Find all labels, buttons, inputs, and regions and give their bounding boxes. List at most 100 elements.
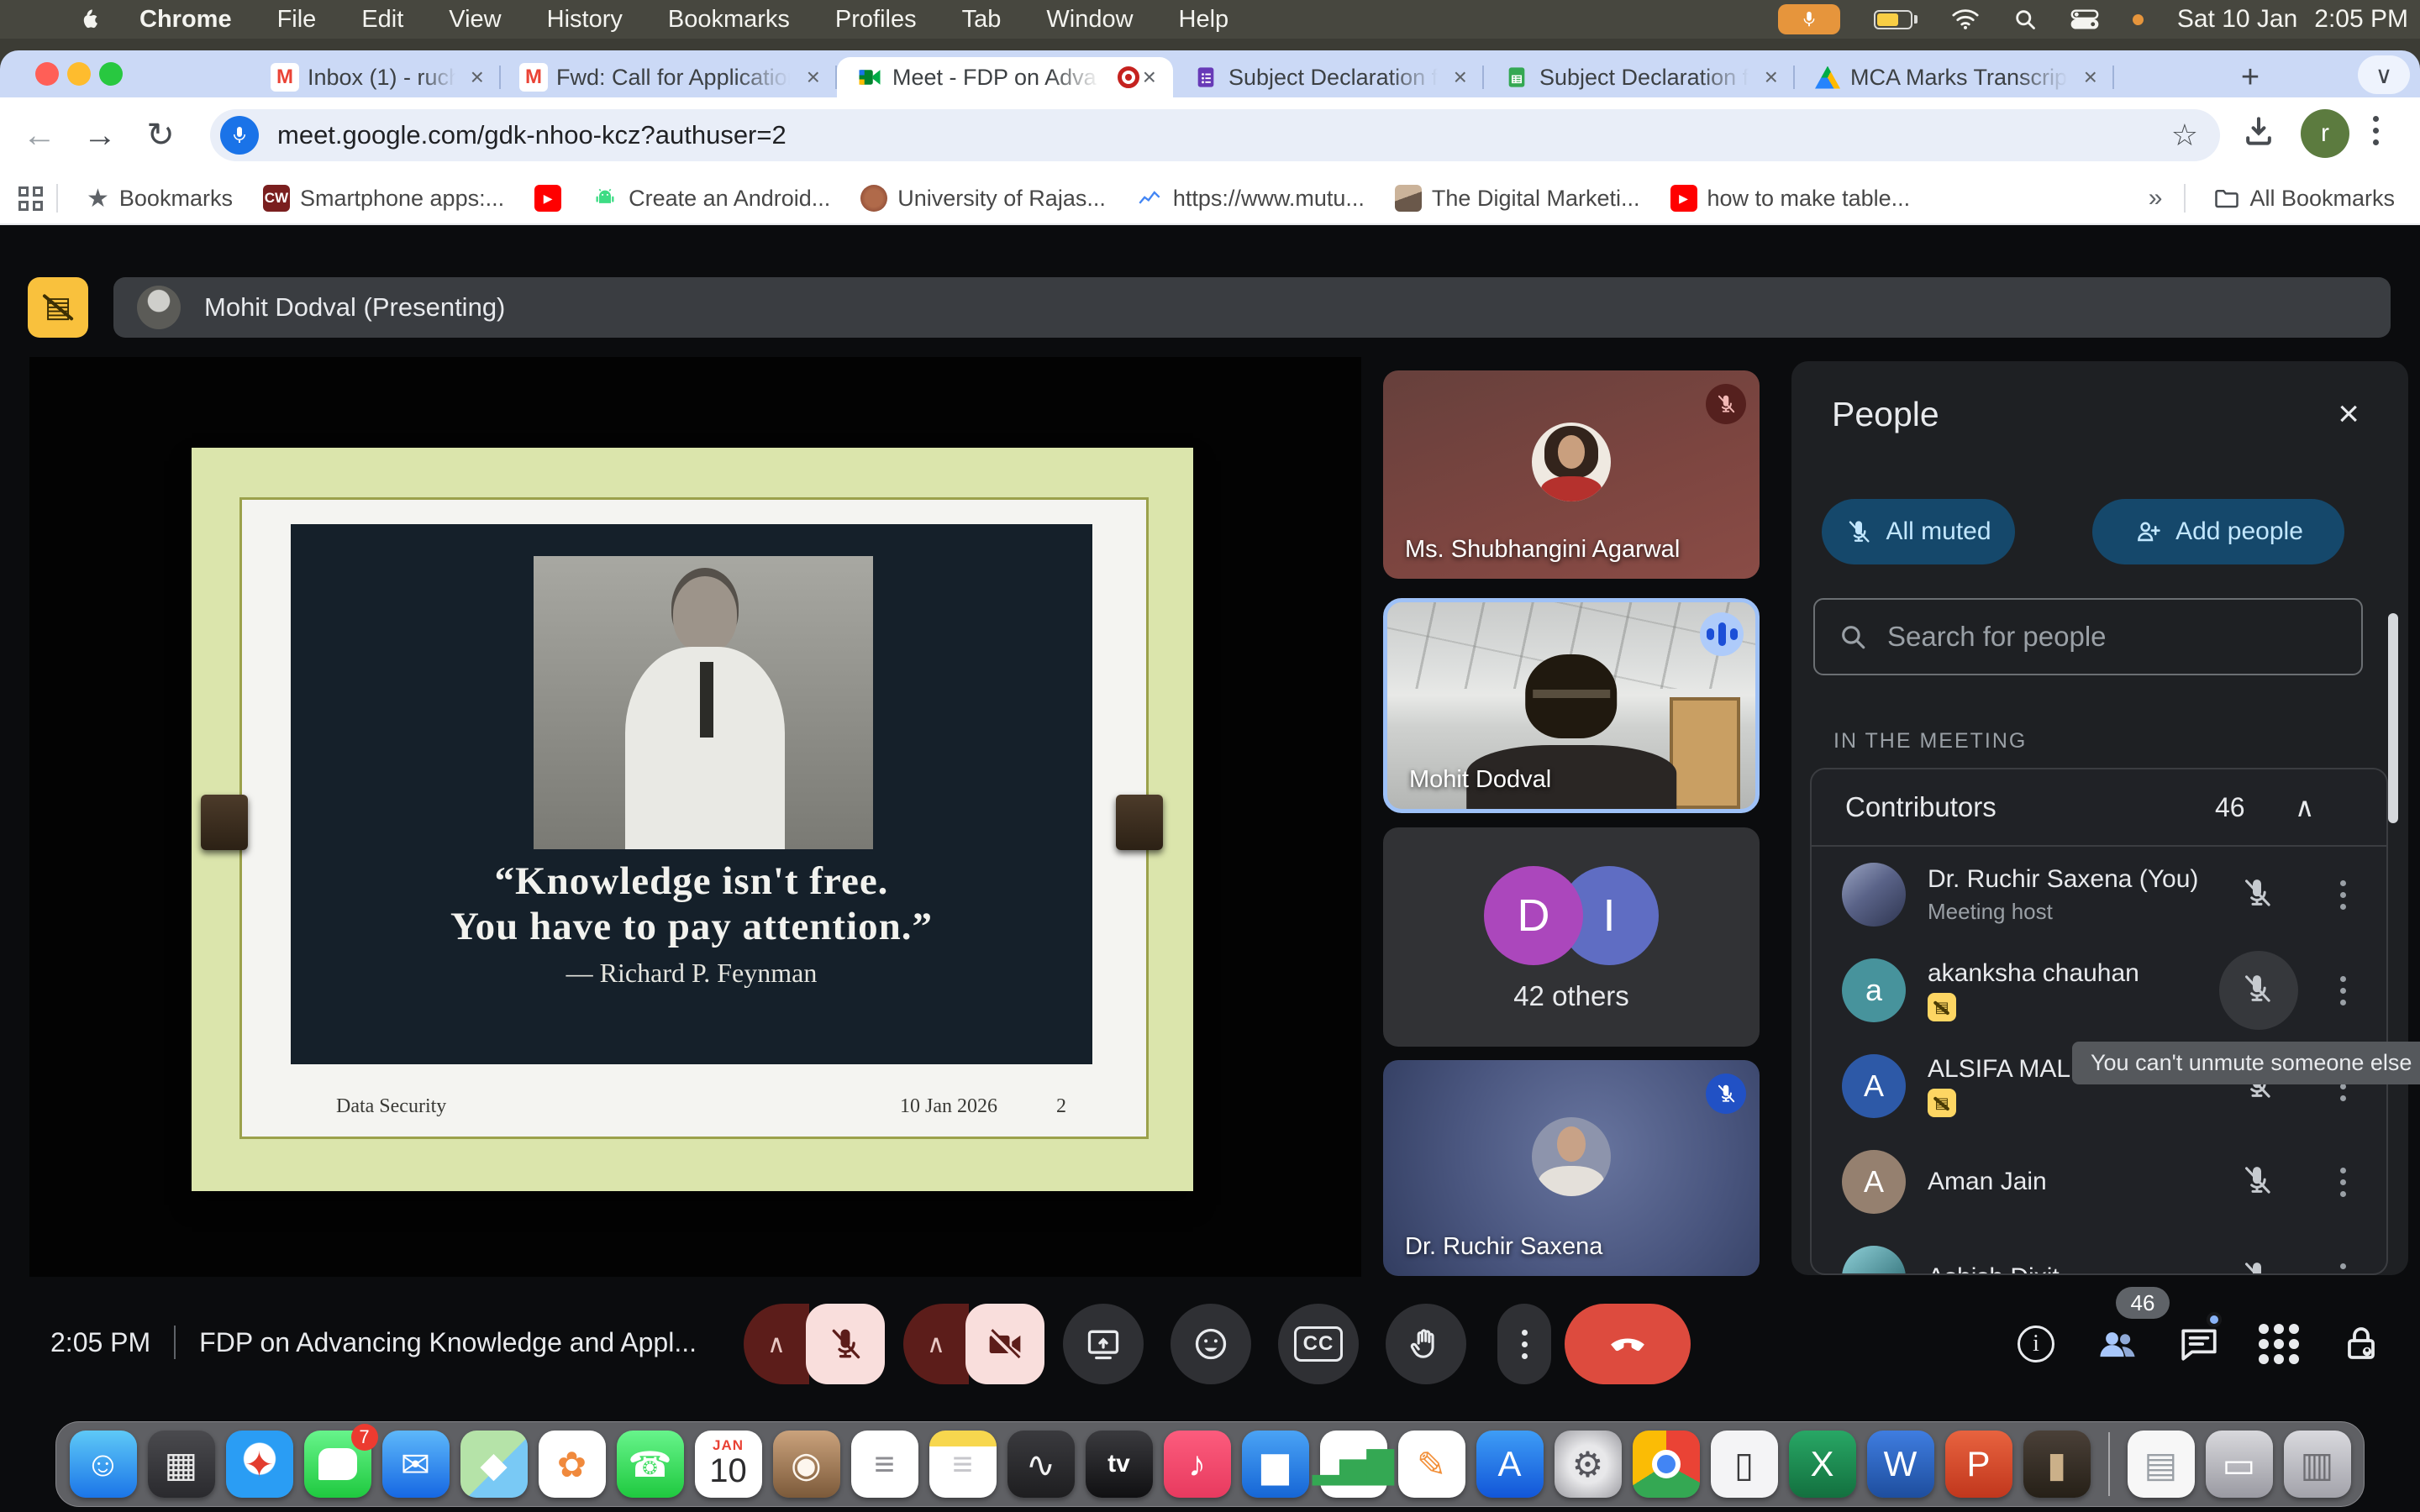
tab-close-icon[interactable]: ×	[2081, 64, 2101, 91]
dock-system-settings-icon[interactable]: ⚙	[1555, 1431, 1622, 1498]
presenting-banner[interactable]: Mohit Dodval (Presenting)	[113, 277, 2391, 338]
meeting-details-button[interactable]: i	[2014, 1322, 2058, 1366]
dock-document-file-icon[interactable]: ▤	[2128, 1431, 2195, 1498]
dock-keynote-icon[interactable]: ▆	[1242, 1431, 1309, 1498]
dock-excel-icon[interactable]: X	[1789, 1431, 1856, 1498]
tab-search-button[interactable]: ∨	[2358, 55, 2410, 94]
dock-app-store-icon[interactable]: A	[1476, 1431, 1544, 1498]
apps-grid-icon[interactable]	[18, 186, 43, 211]
tab-close-icon[interactable]: ×	[1450, 64, 1470, 91]
menu-item-bookmarks[interactable]: Bookmarks	[668, 6, 790, 34]
leave-call-button[interactable]	[1565, 1304, 1691, 1384]
mic-muted-button[interactable]	[806, 1304, 885, 1384]
dock-pages-icon[interactable]: ✎	[1398, 1431, 1465, 1498]
participant-mic-off-icon[interactable]	[2240, 1259, 2277, 1275]
menu-app-name[interactable]: Chrome	[139, 6, 232, 34]
participant-row[interactable]: A Aman Jain	[1812, 1134, 2386, 1230]
host-controls-button[interactable]	[2339, 1322, 2383, 1366]
dock-powerpoint-icon[interactable]: P	[1945, 1431, 2012, 1498]
control-center-icon[interactable]	[2070, 8, 2099, 30]
dock-photo-booth-icon[interactable]: ◉	[773, 1431, 840, 1498]
participant-row[interactable]: Ashish Dixit	[1812, 1230, 2386, 1275]
dock-jar-app-icon[interactable]: ▮	[2023, 1431, 2091, 1498]
panel-scrollbar[interactable]	[2388, 613, 2398, 823]
bookmark-item[interactable]: The Digital Marketi...	[1395, 185, 1640, 212]
menu-bar-clock[interactable]: Sat 10 Jan 2:05 PM	[2177, 5, 2408, 34]
more-options-button[interactable]	[1497, 1304, 1551, 1384]
browser-tab[interactable]: MCA Marks Transcripts×	[1795, 57, 2114, 97]
downloads-button[interactable]	[2240, 113, 2277, 150]
browser-tab[interactable]: Meet - FDP on Adva×	[837, 57, 1173, 97]
participant-options-button[interactable]	[2340, 1263, 2346, 1276]
battery-icon[interactable]	[1874, 10, 1918, 29]
menu-item-edit[interactable]: Edit	[361, 6, 403, 34]
menu-item-help[interactable]: Help	[1179, 6, 1229, 34]
participant-tile-ruchir[interactable]: Dr. Ruchir Saxena	[1383, 1060, 1760, 1276]
mute-all-button[interactable]: All muted	[1822, 499, 2015, 564]
dock-garageband-icon[interactable]: ∿	[1007, 1431, 1075, 1498]
forward-button[interactable]: →	[77, 113, 123, 158]
dock-apple-tv-icon[interactable]: tv	[1086, 1431, 1153, 1498]
bookmark-item[interactable]: ▶how to make table...	[1670, 185, 1911, 212]
dock-iphone-mirroring-icon[interactable]: ▯	[1711, 1431, 1778, 1498]
camera-options-chevron[interactable]: ∧	[903, 1304, 969, 1384]
voice-search-icon[interactable]	[220, 116, 259, 155]
bookmark-item[interactable]: CWSmartphone apps:...	[263, 185, 504, 212]
menu-item-window[interactable]: Window	[1046, 6, 1133, 34]
browser-tab[interactable]: MFwd: Call for Application×	[501, 57, 837, 97]
participant-mic-off-icon[interactable]	[2240, 876, 2277, 913]
dock-safari-icon[interactable]: ✦	[226, 1431, 293, 1498]
dock-photos-icon[interactable]: ✿	[539, 1431, 606, 1498]
present-now-button[interactable]	[1063, 1304, 1144, 1384]
reload-button[interactable]: ↻	[138, 113, 183, 158]
chat-button[interactable]	[2177, 1322, 2221, 1366]
back-button[interactable]: ←	[17, 113, 62, 158]
dock-finder-icon[interactable]: ☺	[70, 1431, 137, 1498]
dock-maps-icon[interactable]: ◆	[460, 1431, 528, 1498]
bookmark-item[interactable]: ▶	[534, 185, 561, 212]
dock-reminders-icon[interactable]: ≡	[851, 1431, 918, 1498]
participant-mic-off-icon[interactable]	[2240, 1163, 2277, 1200]
tab-close-icon[interactable]: ×	[467, 64, 487, 91]
mic-options-chevron[interactable]: ∧	[744, 1304, 809, 1384]
add-people-button[interactable]: Add people	[2092, 499, 2344, 564]
bookmark-star-icon[interactable]: ☆	[2171, 118, 2198, 153]
dock-word-icon[interactable]: W	[1867, 1431, 1934, 1498]
browser-tab[interactable]: Subject Declaration for×	[1484, 57, 1795, 97]
close-panel-button[interactable]: ×	[2338, 393, 2360, 435]
address-bar[interactable]: meet.google.com/gdk-nhoo-kcz?authuser=2 …	[210, 109, 2220, 161]
dock-music-icon[interactable]: ♪	[1164, 1431, 1231, 1498]
menu-item-view[interactable]: View	[449, 6, 501, 34]
participant-row[interactable]: a akanksha chauhan ▤	[1812, 942, 2386, 1038]
browser-tab[interactable]: Subject Declaration for×	[1173, 57, 1484, 97]
collapse-icon[interactable]: ∧	[2295, 791, 2314, 823]
people-button[interactable]	[2096, 1322, 2139, 1366]
bookmark-item[interactable]: https://www.mutu...	[1136, 185, 1365, 212]
menu-item-profiles[interactable]: Profiles	[835, 6, 917, 34]
raise-hand-button[interactable]	[1386, 1304, 1466, 1384]
browser-tab[interactable]: MInbox (1) - ruchirblues@×	[252, 57, 501, 97]
menu-item-tab[interactable]: Tab	[962, 6, 1002, 34]
tab-close-icon[interactable]: ×	[803, 64, 823, 91]
url-text[interactable]: meet.google.com/gdk-nhoo-kcz?authuser=2	[277, 120, 2171, 150]
captions-button[interactable]: CC	[1278, 1304, 1359, 1384]
presentation-stage[interactable]: “Knowledge isn't free. You have to pay a…	[29, 357, 1361, 1277]
contributors-header[interactable]: Contributors 46 ∧	[1812, 769, 2386, 847]
search-people-input[interactable]: Search for people	[1813, 598, 2363, 675]
mic-in-use-indicator-icon[interactable]	[1778, 4, 1840, 34]
window-maximize-button[interactable]	[99, 62, 123, 86]
new-tab-button[interactable]: +	[2228, 57, 2272, 97]
bookmarks-overflow-button[interactable]: »	[2149, 184, 2163, 213]
participant-tile-mohit[interactable]: Mohit Dodval	[1383, 598, 1760, 813]
camera-off-button[interactable]	[965, 1304, 1044, 1384]
others-tile[interactable]: D I 42 others	[1383, 827, 1760, 1047]
tab-close-icon[interactable]: ×	[1761, 64, 1781, 91]
participant-tile-shubhangini[interactable]: Ms. Shubhangini Agarwal	[1383, 370, 1760, 579]
dock-chrome-icon[interactable]	[1633, 1431, 1700, 1498]
window-close-button[interactable]	[35, 62, 59, 86]
dock-trash-icon[interactable]: ▥	[2284, 1431, 2351, 1498]
dock-calendar-icon[interactable]: JAN10	[695, 1431, 762, 1498]
bookmark-item[interactable]: Create an Android...	[592, 185, 830, 212]
all-bookmarks-button[interactable]: All Bookmarks	[2214, 186, 2395, 212]
profile-avatar[interactable]: r	[2301, 109, 2349, 158]
